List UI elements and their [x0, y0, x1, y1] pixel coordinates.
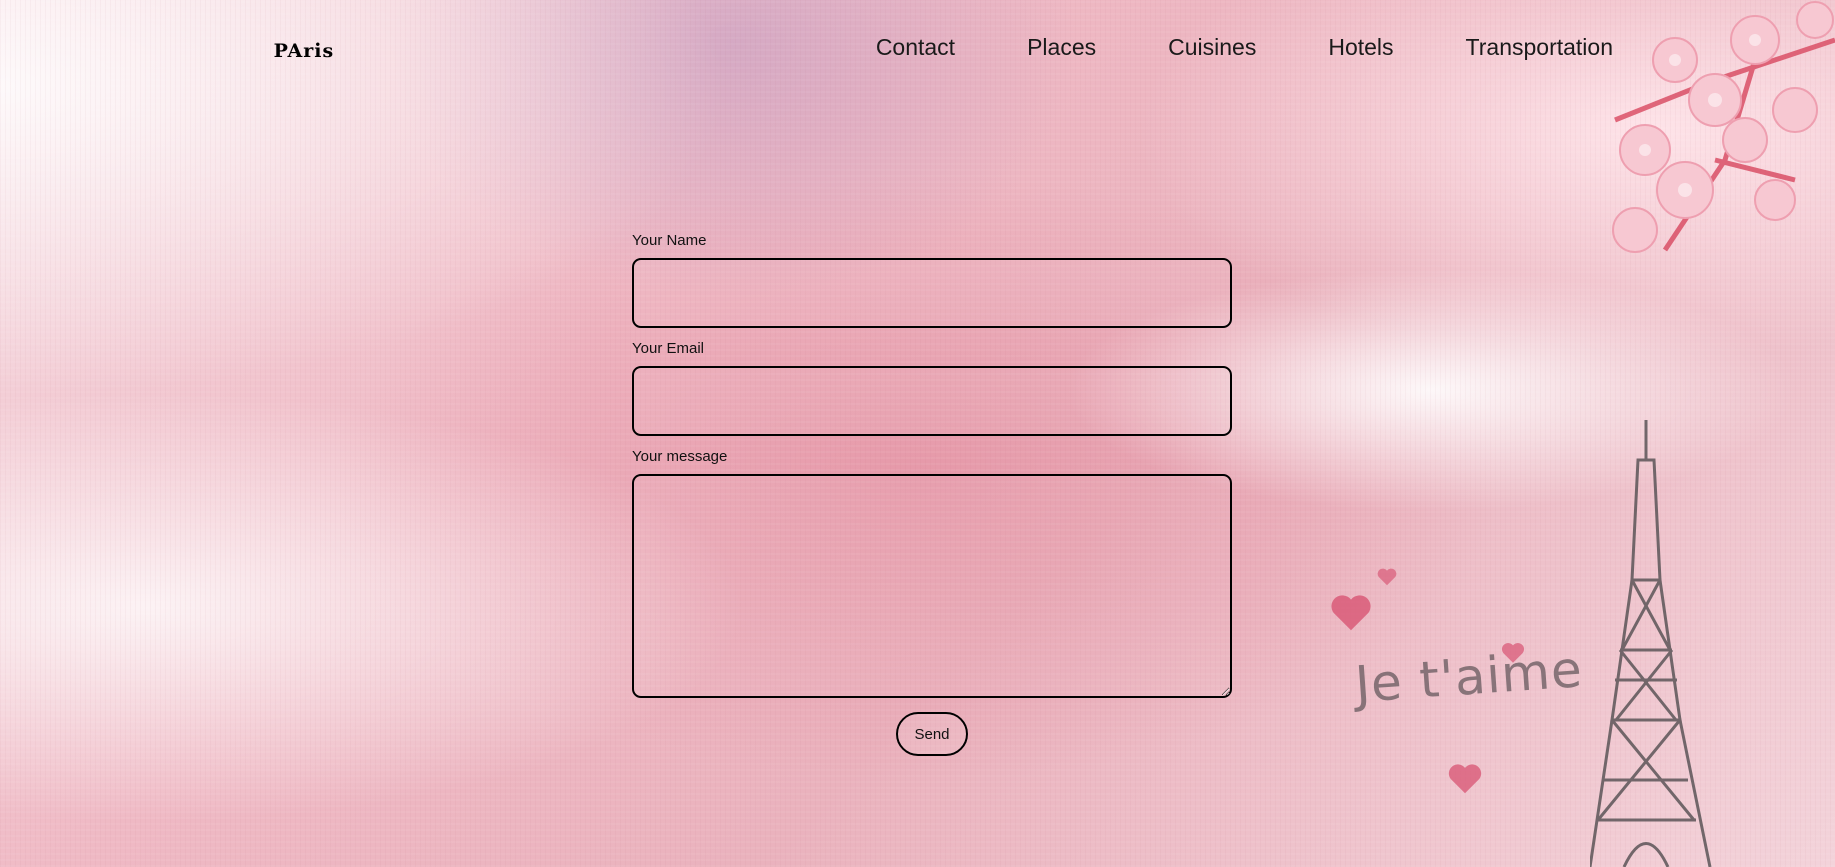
send-button[interactable]: Send	[896, 712, 968, 756]
nav-item-cuisines[interactable]: Cuisines	[1168, 34, 1256, 61]
heart-icon	[1377, 568, 1397, 586]
nav-item-contact[interactable]: Contact	[876, 34, 955, 61]
heart-icon	[1331, 595, 1371, 631]
name-input[interactable]	[632, 258, 1232, 328]
contact-form: Your Name Your Email Your message Send	[632, 232, 1232, 756]
send-button-wrapper: Send	[632, 712, 1232, 756]
logo-text: PAris	[273, 40, 335, 62]
heart-icon	[1448, 764, 1482, 794]
nav-item-places[interactable]: Places	[1027, 34, 1096, 61]
eiffel-tower-decoration	[1590, 420, 1712, 867]
cherry-blossom-decoration	[1612, 1, 1835, 253]
name-label: Your Name	[632, 232, 707, 249]
nav-item-hotels[interactable]: Hotels	[1328, 34, 1393, 61]
nav-item-transportation[interactable]: Transportation	[1466, 34, 1613, 61]
message-textarea[interactable]	[632, 474, 1232, 698]
email-input[interactable]	[632, 366, 1232, 436]
main-nav: Contact Places Cuisines Hotels Transport…	[876, 34, 1613, 61]
email-label: Your Email	[632, 340, 704, 357]
logo[interactable]: PAris	[266, 40, 334, 62]
message-label: Your message	[632, 448, 728, 465]
